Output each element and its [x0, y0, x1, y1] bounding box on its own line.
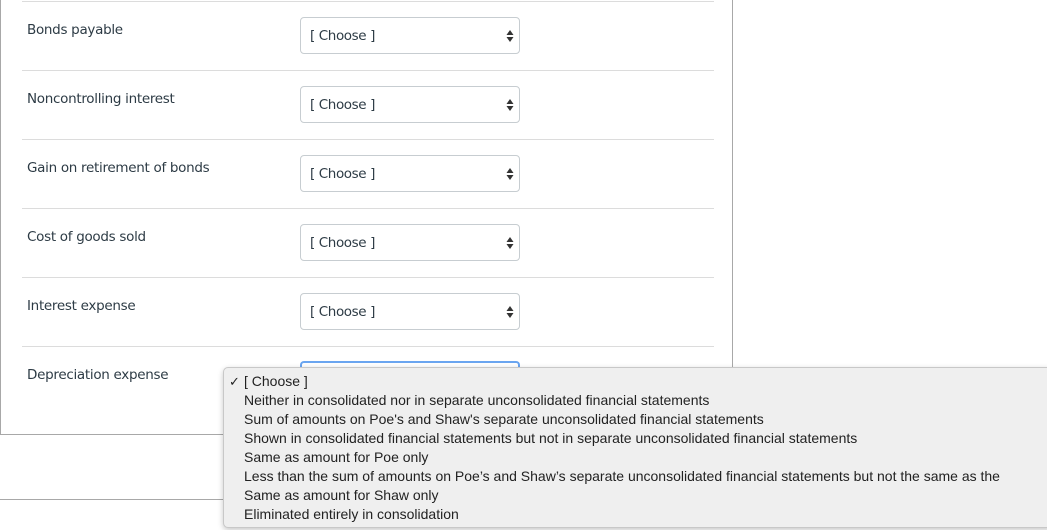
select-arrows-icon — [506, 237, 514, 249]
row-label-interest-expense: Interest expense — [27, 298, 136, 314]
row-divider — [22, 208, 714, 209]
dropdown-option-choose[interactable]: ✓ [ Choose ] — [224, 372, 1047, 391]
dropdown-option[interactable]: Eliminated entirely in consolidation — [224, 505, 1047, 524]
option-label: Sum of amounts on Poe's and Shaw's separ… — [244, 411, 764, 427]
select-arrows-icon — [506, 306, 514, 318]
select-arrows-icon — [506, 99, 514, 111]
row-label-gain-on-retirement: Gain on retirement of bonds — [27, 160, 210, 176]
row-label-cost-of-goods-sold: Cost of goods sold — [27, 229, 146, 245]
dropdown-option[interactable]: Same as amount for Poe only — [224, 448, 1047, 467]
select-bonds-payable[interactable]: [ Choose ] — [300, 17, 520, 54]
dropdown-option[interactable]: Sum of amounts on Poe's and Shaw's separ… — [224, 410, 1047, 429]
select-value: [ Choose ] — [310, 28, 375, 44]
select-cost-of-goods-sold[interactable]: [ Choose ] — [300, 224, 520, 261]
select-value: [ Choose ] — [310, 97, 375, 113]
dropdown-option[interactable]: Shown in consolidated financial statemen… — [224, 429, 1047, 448]
select-dropdown-menu[interactable]: ✓ [ Choose ] Neither in consolidated nor… — [223, 367, 1047, 528]
select-value: [ Choose ] — [310, 166, 375, 182]
checkmark-icon: ✓ — [229, 374, 240, 389]
dropdown-option[interactable]: Neither in consolidated nor in separate … — [224, 391, 1047, 410]
option-label: Less than the sum of amounts on Poe’s an… — [244, 468, 1000, 484]
row-divider — [22, 70, 714, 71]
row-label-depreciation-expense: Depreciation expense — [27, 367, 169, 383]
option-label: Same as amount for Poe only — [244, 449, 429, 465]
dropdown-option[interactable]: Less than the sum of amounts on Poe’s an… — [224, 467, 1047, 486]
row-divider — [22, 277, 714, 278]
option-label: Same as amount for Shaw only — [244, 487, 439, 503]
row-divider — [22, 139, 714, 140]
row-label-noncontrolling-interest: Noncontrolling interest — [27, 91, 175, 107]
option-label: Neither in consolidated nor in separate … — [244, 392, 710, 408]
option-label: [ Choose ] — [244, 373, 308, 389]
row-label-bonds-payable: Bonds payable — [27, 22, 123, 38]
select-value: [ Choose ] — [310, 304, 375, 320]
option-label: Eliminated entirely in consolidation — [244, 506, 459, 522]
select-gain-on-retirement[interactable]: [ Choose ] — [300, 155, 520, 192]
select-arrows-icon — [506, 168, 514, 180]
row-divider — [22, 1, 714, 2]
dropdown-option[interactable]: Same as amount for Shaw only — [224, 486, 1047, 505]
row-divider — [22, 346, 714, 347]
select-noncontrolling-interest[interactable]: [ Choose ] — [300, 86, 520, 123]
select-interest-expense[interactable]: [ Choose ] — [300, 293, 520, 330]
select-value: [ Choose ] — [310, 235, 375, 251]
option-label: Shown in consolidated financial statemen… — [244, 430, 858, 446]
select-arrows-icon — [506, 30, 514, 42]
